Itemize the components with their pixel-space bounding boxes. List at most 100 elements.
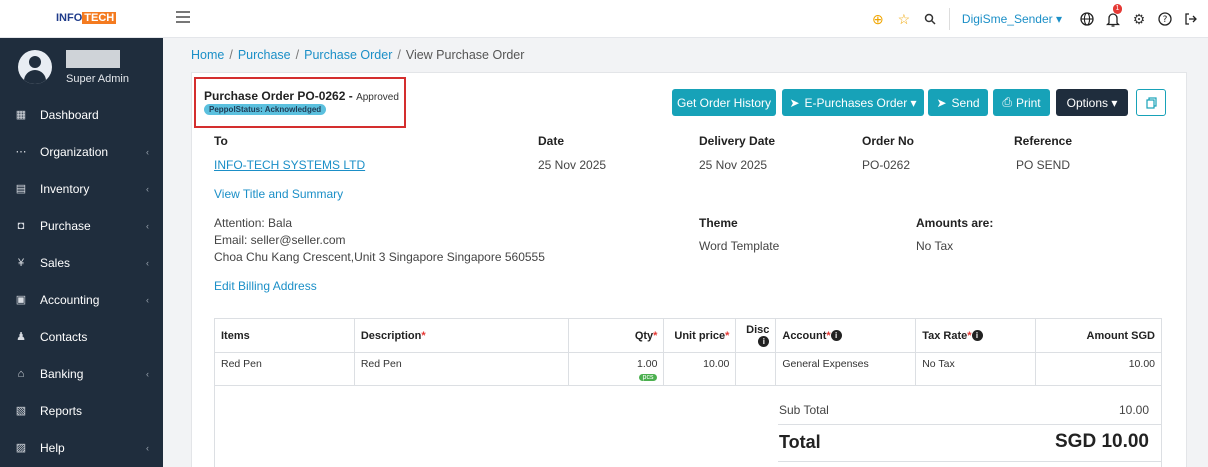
e-purchases-order-dropdown[interactable]: ➤ E-Purchases Order ▾ (782, 89, 924, 116)
sidebar-item-banking[interactable]: ⌂ Banking ‹ (0, 355, 163, 392)
required-marker: * (725, 329, 730, 342)
table-header-row: Items Description* Qty* Unit price* Disc… (214, 318, 1162, 353)
description-header-label: Description (360, 329, 422, 342)
totals-divider (778, 424, 1162, 425)
cell-disc (735, 352, 777, 386)
accounting-icon: ▣ (15, 294, 27, 306)
add-circle-icon[interactable]: ⊕ (865, 0, 891, 38)
amounts-are-label: Amounts are: (916, 216, 994, 230)
theme-value: Word Template (699, 239, 780, 253)
contacts-icon: ♟ (16, 331, 26, 343)
date-label: Date (538, 134, 565, 148)
sidebar-item-label: Banking (40, 366, 84, 381)
star-icon[interactable]: ☆ (891, 0, 917, 38)
purchase-icon: ◘ (17, 219, 25, 232)
reports-icon: ▧ (15, 405, 27, 417)
breadcrumb-purchase[interactable]: Purchase (238, 48, 291, 62)
disc-header-label: Disc (746, 323, 770, 336)
search-icon[interactable] (917, 0, 943, 38)
cell-account: General Expenses (775, 352, 917, 386)
totals-section (214, 385, 1162, 467)
brand-logo[interactable]: INFO TECH (56, 10, 117, 26)
sidebar-item-label: Contacts (40, 329, 88, 344)
title-separator: - (345, 89, 357, 103)
get-order-history-button[interactable]: Get Order History (672, 89, 776, 116)
user-profile[interactable]: Super Admin (0, 38, 163, 96)
cell-amount: 10.00 (1035, 352, 1162, 386)
cell-qty: 1.00 pcs (567, 352, 665, 386)
inventory-icon: ▤ (15, 183, 27, 195)
sidebar-item-help[interactable]: ▨ Help ‹ (0, 429, 163, 466)
menu-toggle-icon[interactable] (176, 11, 190, 23)
banking-icon: ⌂ (17, 367, 25, 380)
chevron-left-icon: ‹ (146, 257, 149, 268)
chevron-left-icon: ‹ (146, 294, 149, 305)
send-arrow-icon: ➤ (936, 95, 947, 110)
send-label: Send (951, 95, 980, 110)
col-header-account: Account* i (775, 318, 917, 353)
unit-badge: pcs (638, 374, 658, 381)
sidebar-item-label: Purchase (40, 218, 91, 233)
breadcrumb-home[interactable]: Home (191, 48, 224, 62)
breadcrumb-purchase-order[interactable]: Purchase Order (304, 48, 392, 62)
sidebar-item-accounting[interactable]: ▣ Accounting ‹ (0, 281, 163, 318)
sidebar-item-inventory[interactable]: ▤ Inventory ‹ (0, 170, 163, 207)
sidebar-item-contacts[interactable]: ♟ Contacts (0, 318, 163, 355)
to-label: To (214, 134, 228, 148)
sales-icon: ¥ (17, 256, 25, 269)
settings-gear-icon[interactable]: ⚙ (1126, 0, 1152, 38)
bell-icon[interactable]: 1 (1100, 0, 1126, 38)
reference-value: PO SEND (1016, 158, 1071, 172)
sidebar-item-label: Accounting (40, 292, 100, 307)
sidebar-item-organization[interactable]: ⋯ Organization ‹ (0, 133, 163, 170)
subtotal-value: 10.00 (1118, 403, 1149, 417)
copy-icon[interactable] (1136, 89, 1166, 116)
send-arrow-icon: ➤ (789, 95, 800, 110)
organization-icon: ⋯ (15, 146, 27, 158)
top-bar: INFO TECH ⊕ ☆ DigiSme_Sender ▾ 1 ⚙ ? (0, 0, 1208, 38)
supplier-link[interactable]: INFO-TECH SYSTEMS LTD (214, 158, 365, 172)
view-title-summary-link[interactable]: View Title and Summary (214, 187, 343, 201)
chevron-left-icon: ‹ (146, 220, 149, 231)
sidebar-item-reports[interactable]: ▧ Reports (0, 392, 163, 429)
theme-label: Theme (699, 216, 738, 230)
help-circle-icon[interactable]: ? (1152, 0, 1178, 38)
peppol-status-badge: PeppolStatus: Acknowledged (204, 104, 327, 115)
info-icon[interactable]: i (758, 336, 770, 348)
print-button[interactable]: ⎙ Print (993, 89, 1050, 116)
breadcrumb-separator: / (397, 48, 401, 62)
logout-icon[interactable] (1178, 0, 1204, 38)
cell-description: Red Pen (353, 352, 569, 386)
items-header-label: Items (221, 329, 250, 342)
amount-header-label: Amount SGD (1086, 329, 1155, 342)
print-label: Print (1015, 95, 1041, 110)
send-button[interactable]: ➤ Send (928, 89, 988, 116)
breadcrumb: Home / Purchase / Purchase Order / View Purcha… (191, 48, 524, 62)
page-title: Purchase Order PO-0262 - Approved (204, 89, 399, 103)
cell-tax-rate: No Tax (915, 352, 1037, 386)
line-items-table: Items Description* Qty* Unit price* Disc… (214, 318, 1162, 386)
reference-label: Reference (1014, 134, 1073, 148)
sidebar-item-sales[interactable]: ¥ Sales ‹ (0, 244, 163, 281)
breadcrumb-current: View Purchase Order (405, 48, 525, 62)
info-icon[interactable]: i (971, 330, 983, 342)
table-row[interactable]: Red Pen Red Pen 1.00 pcs 10.00 General E… (214, 352, 1162, 386)
topbar-actions: ⊕ ☆ DigiSme_Sender ▾ 1 ⚙ ? (865, 0, 1208, 38)
sidebar-item-dashboard[interactable]: ▦ Dashboard (0, 96, 163, 133)
sidebar-item-purchase[interactable]: ◘ Purchase ‹ (0, 207, 163, 244)
info-icon[interactable]: i (830, 330, 842, 342)
address-text: Choa Chu Kang Crescent,Unit 3 Singapore … (214, 250, 545, 264)
user-menu-dropdown[interactable]: DigiSme_Sender ▾ (962, 12, 1062, 26)
logo-text-tech: TECH (82, 12, 117, 24)
avatar (18, 50, 52, 84)
options-dropdown[interactable]: Options ▾ (1056, 89, 1128, 116)
dashboard-icon: ▦ (15, 109, 27, 121)
order-number-title: Purchase Order PO-0262 (204, 89, 346, 103)
date-value: 25 Nov 2025 (538, 158, 607, 172)
notification-count-badge: 1 (1113, 4, 1122, 14)
edit-billing-address-link[interactable]: Edit Billing Address (214, 279, 317, 293)
sidebar-item-label: Reports (40, 403, 83, 418)
sidebar-item-label: Dashboard (40, 107, 99, 122)
required-marker: * (421, 329, 426, 342)
globe-icon[interactable] (1074, 0, 1100, 38)
